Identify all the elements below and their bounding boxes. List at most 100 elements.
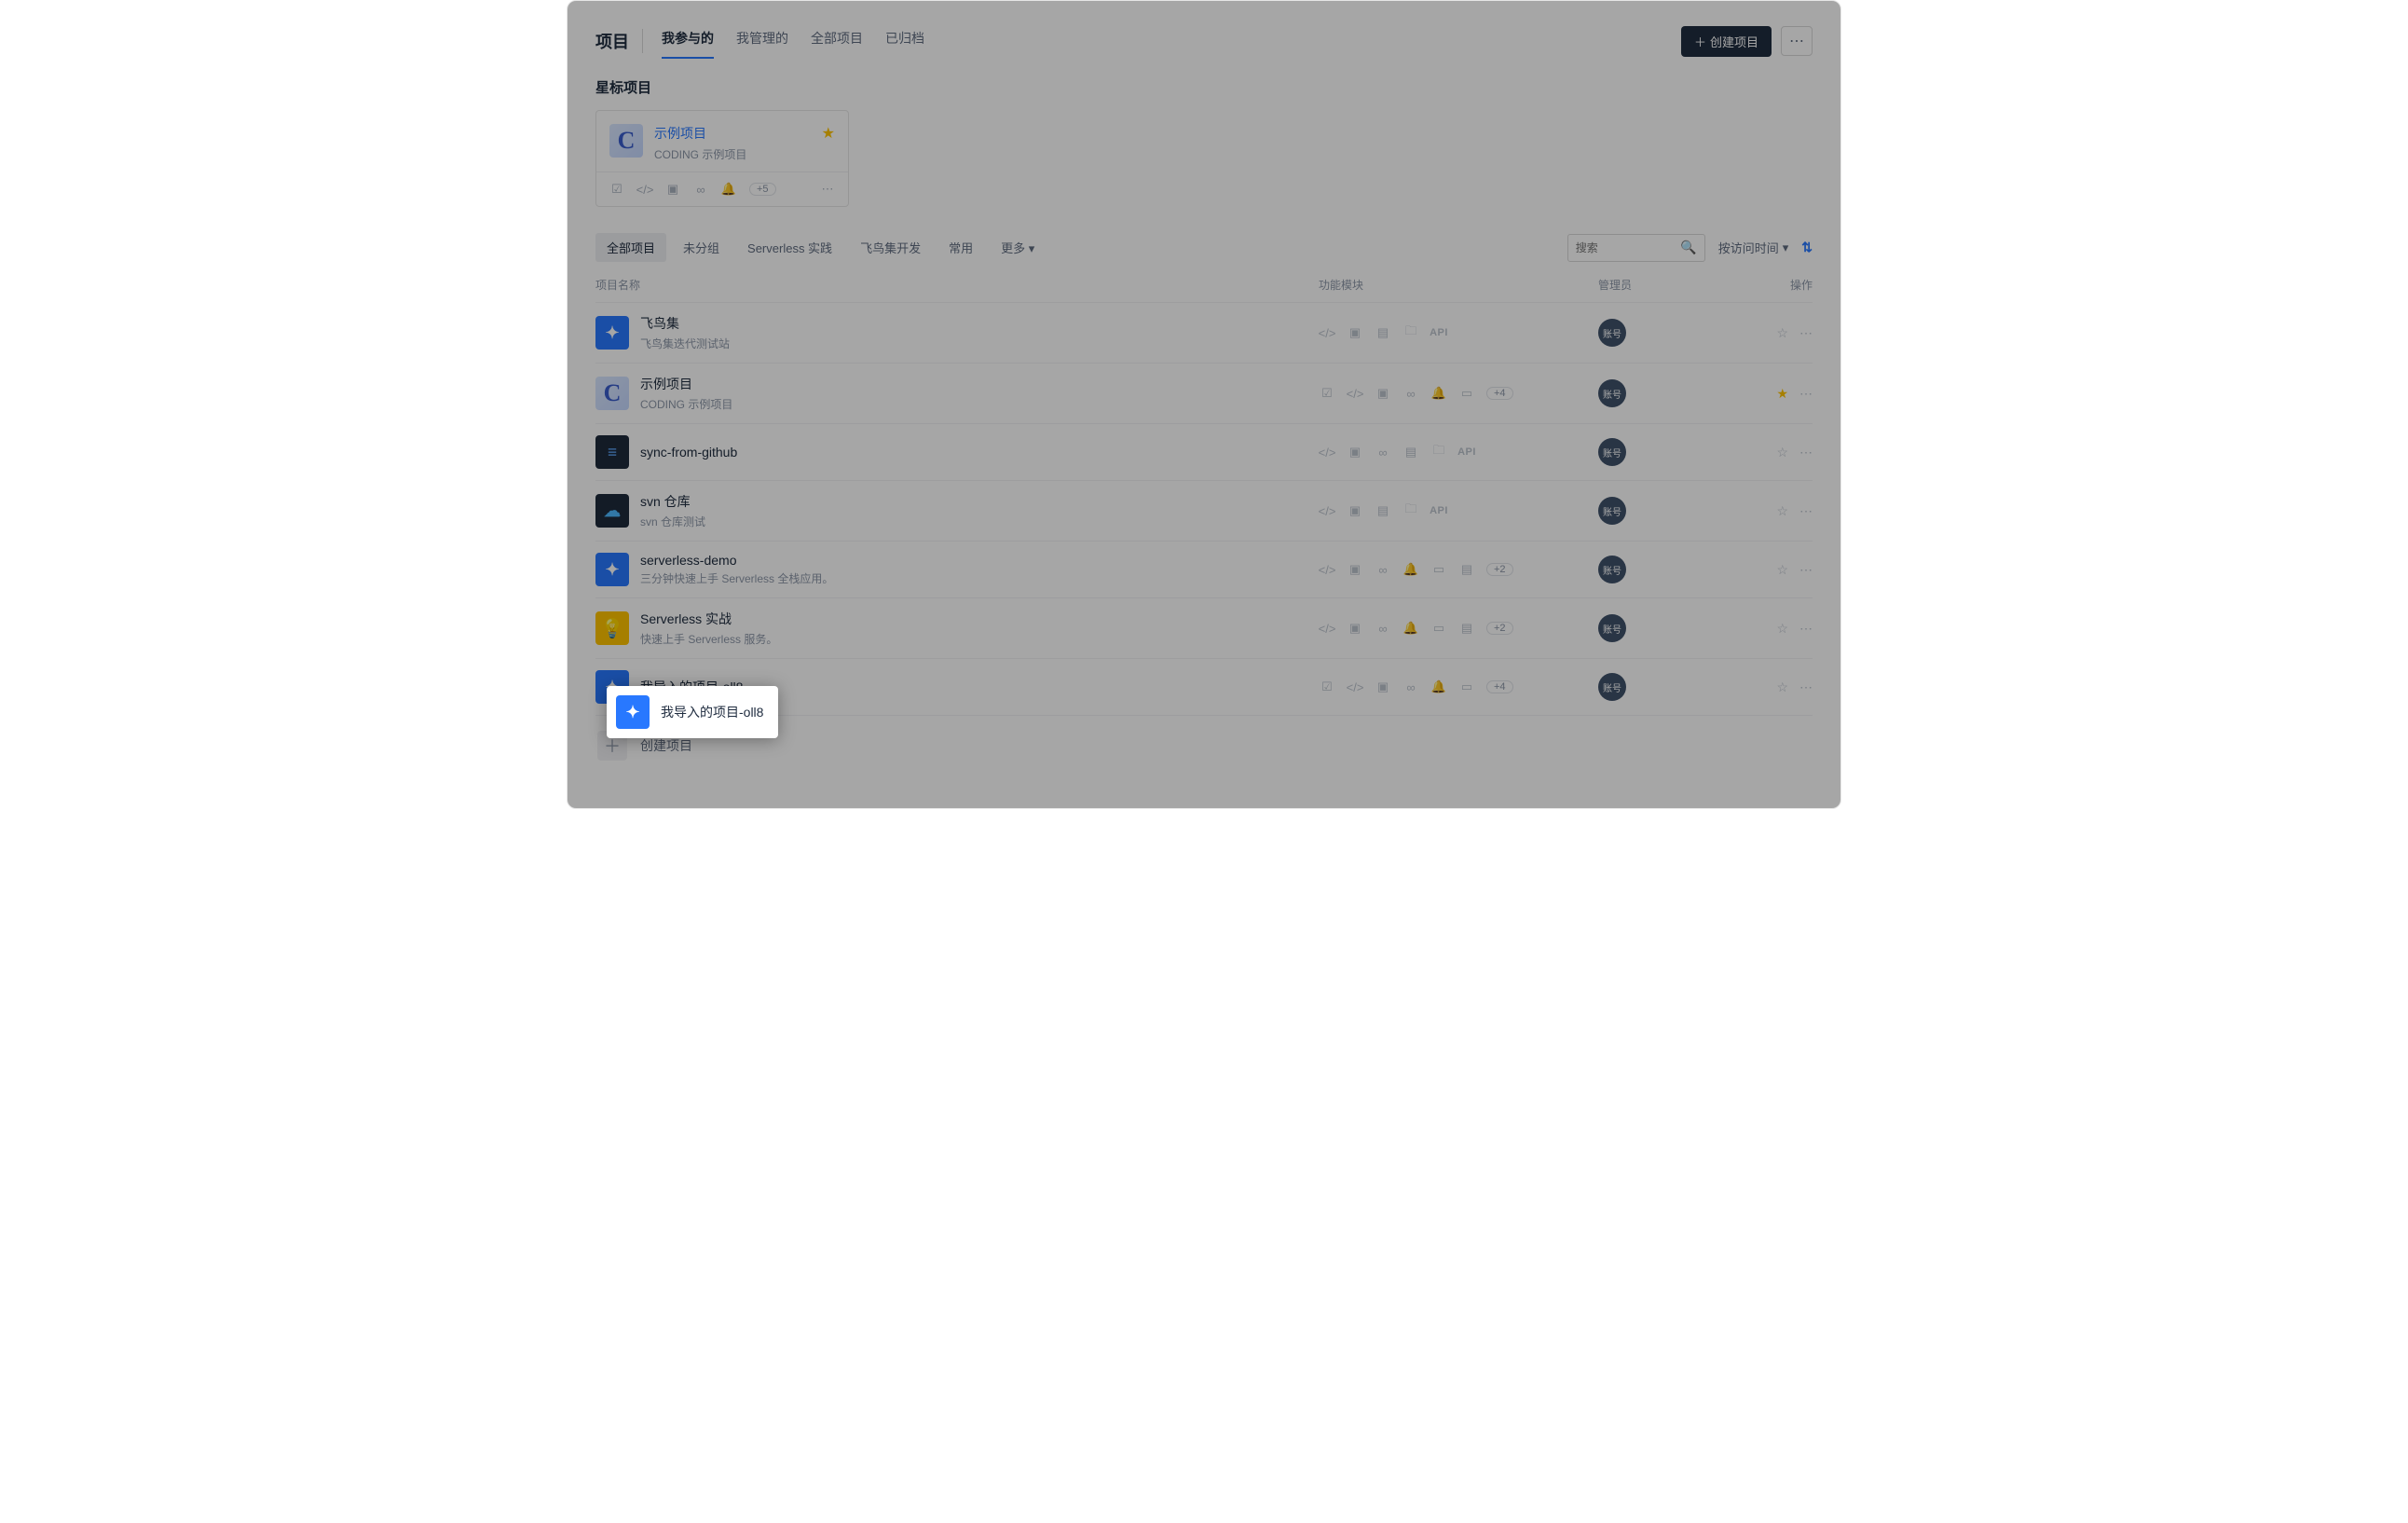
highlighted-project-title: 我导入的项目-oll8 — [661, 703, 763, 721]
project-icon: C — [609, 124, 643, 158]
terminal-icon: ▣ — [1347, 324, 1363, 341]
admin-avatar[interactable]: 账号 — [1598, 673, 1626, 701]
project-subtitle: CODING 示例项目 — [640, 396, 732, 412]
bell-icon: 🔔 — [721, 182, 736, 197]
admin-avatar[interactable]: 账号 — [1598, 319, 1626, 347]
more-count-badge: +4 — [1486, 387, 1513, 400]
folder-icon: 🗀 — [1430, 444, 1447, 460]
more-options-button[interactable]: ⋯ — [1781, 26, 1813, 56]
star-toggle[interactable]: ☆ — [1776, 445, 1788, 460]
tab-all[interactable]: 全部项目 — [811, 23, 863, 59]
api-icon: API — [1430, 324, 1447, 341]
module-icons: ☑</>▣∞🔔▭+4 — [1319, 679, 1598, 695]
search-input[interactable] — [1576, 241, 1676, 254]
filter-tab-more[interactable]: 更多 ▾ — [990, 233, 1046, 262]
col-actions: 操作 — [1738, 277, 1813, 293]
code-icon: </> — [637, 182, 652, 197]
tab-participating[interactable]: 我参与的 — [662, 23, 714, 59]
infinity-icon: ∞ — [693, 182, 708, 197]
project-title: Serverless 实战 — [640, 610, 777, 628]
infinity-icon: ∞ — [1375, 620, 1391, 637]
check-icon: ☑ — [1319, 385, 1335, 402]
project-subtitle: 三分钟快速上手 Serverless 全栈应用。 — [640, 570, 833, 586]
table-row[interactable]: ≡ sync-from-github </>▣∞▤🗀API 账号 ☆ ⋯ — [595, 423, 1813, 480]
code-icon: </> — [1347, 385, 1363, 402]
header: 项目 我参与的 我管理的 全部项目 已归档 ＋ 创建项目 ⋯ — [595, 23, 1813, 59]
check-icon: ☑ — [609, 182, 624, 197]
module-icons: </>▣∞🔔▭▤+2 — [1319, 620, 1598, 637]
code-icon: </> — [1319, 324, 1335, 341]
table-row[interactable]: ☁ svn 仓库 svn 仓库测试 </>▣▤🗀API 账号 ☆ ⋯ — [595, 480, 1813, 541]
sort-label: 按访问时间 — [1718, 239, 1779, 256]
admin-avatar[interactable]: 账号 — [1598, 497, 1626, 525]
project-title: 飞鸟集 — [640, 314, 730, 333]
bell-icon: 🔔 — [1402, 620, 1419, 637]
project-subtitle: 快速上手 Serverless 服务。 — [640, 631, 777, 647]
admin-avatar[interactable]: 账号 — [1598, 379, 1626, 407]
star-toggle[interactable]: ☆ — [1776, 621, 1788, 637]
terminal-icon: ▣ — [1375, 385, 1391, 402]
search-input-wrapper[interactable]: 🔍 — [1567, 234, 1705, 262]
tab-managed[interactable]: 我管理的 — [736, 23, 788, 59]
row-more-button[interactable]: ⋯ — [1799, 445, 1813, 460]
more-count-badge: +4 — [1486, 680, 1513, 693]
table-row[interactable]: ✦ 飞鸟集 飞鸟集迭代测试站 </> ▣ ▤ 🗀 API 账号 ☆ ⋯ — [595, 302, 1813, 363]
admin-avatar[interactable]: 账号 — [1598, 556, 1626, 583]
filter-tab-all[interactable]: 全部项目 — [595, 233, 666, 262]
terminal-icon: ▣ — [1347, 561, 1363, 578]
highlighted-project-row[interactable]: ✦ 我导入的项目-oll8 — [607, 686, 778, 738]
star-toggle[interactable]: ★ — [1776, 386, 1788, 402]
row-more-button[interactable]: ⋯ — [1799, 325, 1813, 341]
filter-tab-feiniao[interactable]: 飞鸟集开发 — [849, 233, 932, 262]
infinity-icon: ∞ — [1375, 561, 1391, 578]
col-name: 项目名称 — [595, 277, 1319, 293]
ellipsis-icon[interactable]: ⋯ — [820, 182, 835, 197]
star-icon[interactable]: ★ — [822, 124, 835, 143]
star-toggle[interactable]: ☆ — [1776, 325, 1788, 341]
starred-card-subtitle: CODING 示例项目 — [654, 146, 746, 162]
search-icon: 🔍 — [1680, 240, 1696, 255]
filter-tab-serverless[interactable]: Serverless 实践 — [736, 233, 843, 262]
tab-archived[interactable]: 已归档 — [885, 23, 924, 59]
row-more-button[interactable]: ⋯ — [1799, 503, 1813, 519]
project-icon: ✦ — [595, 316, 629, 350]
project-subtitle: 飞鸟集迭代测试站 — [640, 336, 730, 351]
row-more-button[interactable]: ⋯ — [1799, 562, 1813, 578]
window-icon: ▭ — [1430, 620, 1447, 637]
filter-tab-ungrouped[interactable]: 未分组 — [672, 233, 731, 262]
api-icon: API — [1458, 444, 1475, 460]
row-more-button[interactable]: ⋯ — [1799, 621, 1813, 637]
star-toggle[interactable]: ☆ — [1776, 503, 1788, 519]
col-modules: 功能模块 — [1319, 277, 1598, 293]
starred-card-title: 示例项目 — [654, 124, 746, 143]
sort-button[interactable]: 按访问时间 ▾ — [1718, 239, 1789, 256]
infinity-icon: ∞ — [1375, 444, 1391, 460]
filter-tab-common[interactable]: 常用 — [937, 233, 984, 262]
more-count-badge: +2 — [1486, 622, 1513, 635]
table-row[interactable]: 💡 Serverless 实战 快速上手 Serverless 服务。 </>▣… — [595, 597, 1813, 658]
module-icons: </>▣∞🔔▭▤+2 — [1319, 561, 1598, 578]
table-row[interactable]: ✦ serverless-demo 三分钟快速上手 Serverless 全栈应… — [595, 541, 1813, 597]
ci-icon: ▤ — [1375, 324, 1391, 341]
table-row[interactable]: C 示例项目 CODING 示例项目 ☑</>▣∞🔔▭+4 账号 ★ ⋯ — [595, 363, 1813, 423]
project-icon: ✦ — [616, 695, 650, 729]
window-icon: ▭ — [1458, 679, 1475, 695]
row-more-button[interactable]: ⋯ — [1799, 679, 1813, 695]
code-icon: </> — [1347, 679, 1363, 695]
create-project-button[interactable]: ＋ 创建项目 — [1681, 26, 1772, 57]
row-more-button[interactable]: ⋯ — [1799, 386, 1813, 402]
module-icons: </>▣▤🗀API — [1319, 502, 1598, 519]
star-toggle[interactable]: ☆ — [1776, 679, 1788, 695]
more-count-badge: +2 — [1486, 563, 1513, 576]
plus-icon: ＋ — [1694, 33, 1706, 50]
starred-project-card[interactable]: C 示例项目 CODING 示例项目 ★ ☑ </> ▣ ∞ 🔔 +5 ⋯ — [595, 110, 849, 207]
star-toggle[interactable]: ☆ — [1776, 562, 1788, 578]
project-icon: 💡 — [595, 611, 629, 645]
folder-icon: 🗀 — [1402, 324, 1419, 341]
admin-avatar[interactable]: 账号 — [1598, 614, 1626, 642]
ci-icon: ▤ — [1458, 620, 1475, 637]
sort-direction-toggle[interactable]: ⇅ — [1801, 240, 1813, 255]
project-subtitle: svn 仓库测试 — [640, 514, 705, 529]
admin-avatar[interactable]: 账号 — [1598, 438, 1626, 466]
terminal-icon: ▣ — [665, 182, 680, 197]
